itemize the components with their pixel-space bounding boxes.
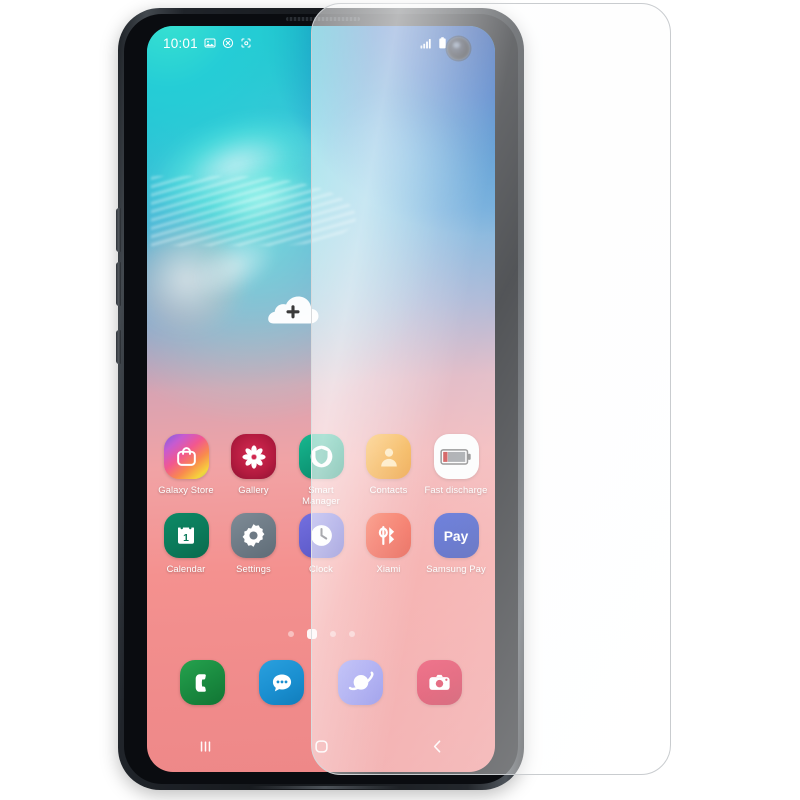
app-calendar[interactable]: 1 Calendar xyxy=(154,513,218,574)
dock xyxy=(147,660,495,705)
power-button[interactable] xyxy=(116,330,121,364)
gallery-icon[interactable] xyxy=(231,434,276,479)
camera-icon[interactable] xyxy=(417,660,462,705)
clock-icon[interactable] xyxy=(298,513,344,558)
signal-icon xyxy=(420,38,433,49)
app-grid: Galaxy Store Gallery Smart Manager Conta… xyxy=(147,434,495,581)
xiami-icon[interactable] xyxy=(366,513,411,558)
front-camera-punch-hole xyxy=(447,37,470,60)
app-label: Xiami xyxy=(376,563,401,574)
contacts-icon[interactable] xyxy=(366,434,411,479)
calendar-icon[interactable]: 1 xyxy=(163,513,209,558)
volume-down-button[interactable] xyxy=(116,262,121,306)
app-clock[interactable]: Clock xyxy=(289,513,353,574)
battery-icon xyxy=(438,37,447,49)
samsung-pay-wordmark: Pay xyxy=(444,528,469,544)
app-galaxy-store[interactable]: Galaxy Store xyxy=(154,434,218,506)
app-label: Contacts xyxy=(369,484,408,495)
page-dot[interactable] xyxy=(287,631,294,637)
app-label: Gallery xyxy=(238,484,269,495)
phone-icon[interactable] xyxy=(180,660,225,705)
page-dot-home-active[interactable] xyxy=(306,629,317,639)
status-bar-left: 10:01 xyxy=(163,36,252,51)
photo-icon xyxy=(204,37,216,49)
recents-button[interactable] xyxy=(178,730,232,762)
calendar-day-number: 1 xyxy=(183,533,189,544)
app-samsung-pay[interactable]: Pay Samsung Pay xyxy=(424,513,488,574)
home-button[interactable] xyxy=(294,730,348,762)
app-settings[interactable]: Settings xyxy=(222,513,286,574)
internet-icon[interactable] xyxy=(338,660,383,705)
page-dot[interactable] xyxy=(329,631,336,637)
product-photo-scene: 10:01 Galaxy Store Gallery Smart Manager… xyxy=(0,0,800,800)
app-label: Clock xyxy=(309,563,333,574)
app-smart-manager[interactable]: Smart Manager xyxy=(289,434,353,506)
phone-screen[interactable]: 10:01 Galaxy Store Gallery Smart Manager… xyxy=(147,26,495,772)
bottom-speaker-grille xyxy=(250,786,400,789)
page-indicator xyxy=(147,629,495,639)
smart-manager-icon[interactable] xyxy=(298,434,344,479)
status-bar: 10:01 xyxy=(147,26,495,60)
fast-discharge-icon[interactable] xyxy=(433,434,479,479)
app-xiami[interactable]: Xiami xyxy=(357,513,421,574)
status-bar-clock: 10:01 xyxy=(163,35,198,51)
page-dot[interactable] xyxy=(348,631,355,637)
app-gallery[interactable]: Gallery xyxy=(222,434,286,506)
app-label: Galaxy Store xyxy=(158,484,214,495)
app-contacts[interactable]: Contacts xyxy=(357,434,421,506)
galaxy-store-icon[interactable] xyxy=(163,434,209,479)
app-label: Smart Manager xyxy=(302,484,340,506)
app-row: 1 Calendar Settings Clock Xiami Pay Sams… xyxy=(154,513,488,574)
navigation-bar xyxy=(147,726,495,766)
app-row: Galaxy Store Gallery Smart Manager Conta… xyxy=(154,434,488,506)
app-label: Fast discharge xyxy=(424,484,488,495)
earpiece-speaker xyxy=(286,17,360,21)
app-label: Settings xyxy=(236,563,271,574)
back-button[interactable] xyxy=(410,730,464,762)
screenshot-icon xyxy=(240,37,252,49)
mute-icon xyxy=(222,37,234,49)
samsung-pay-icon[interactable]: Pay xyxy=(433,513,479,558)
messages-icon[interactable] xyxy=(259,660,304,705)
app-fast-discharge[interactable]: Fast discharge xyxy=(424,434,488,506)
app-label: Calendar xyxy=(166,563,206,574)
volume-up-button[interactable] xyxy=(116,208,121,252)
app-label: Samsung Pay xyxy=(426,563,486,574)
add-widget-cloud[interactable] xyxy=(265,290,323,326)
settings-icon[interactable] xyxy=(231,513,276,558)
